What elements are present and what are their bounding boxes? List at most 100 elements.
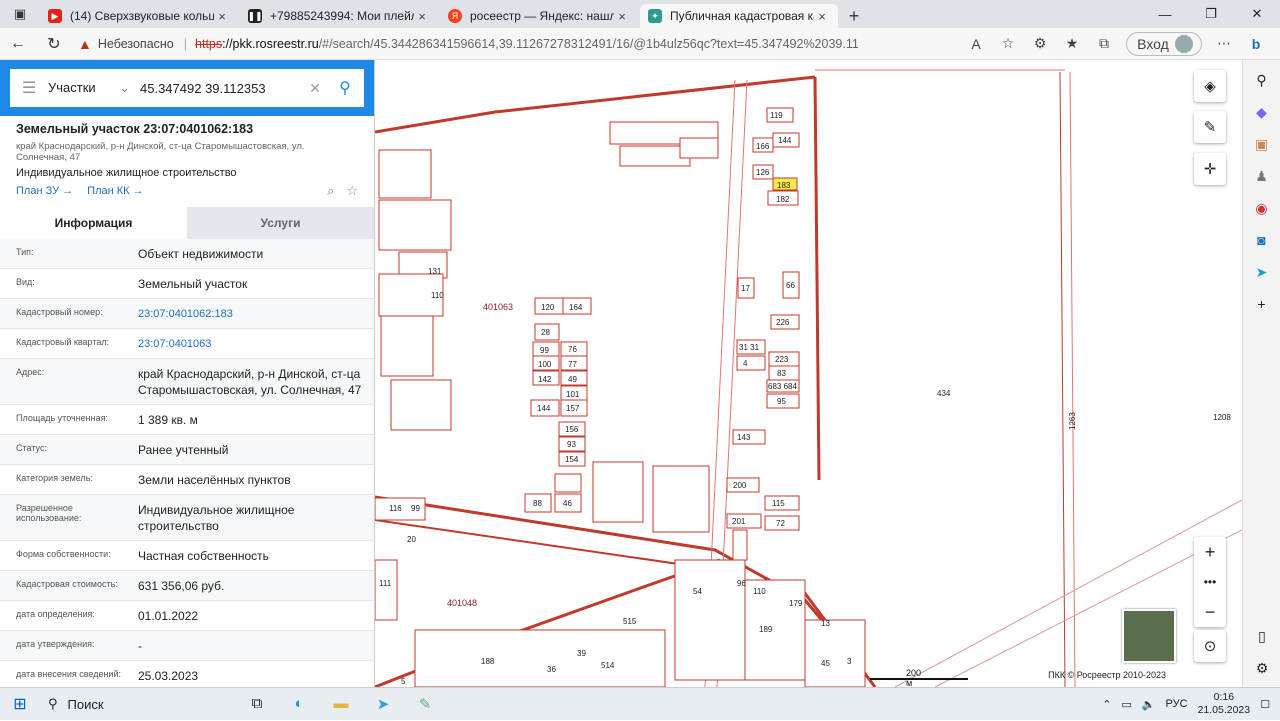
- tab-youtube[interactable]: ▶ (14) Сверхзвуковые кольца мах ×: [40, 4, 238, 28]
- parcel-group[interactable]: [378, 199, 452, 251]
- parcel[interactable]: [732, 529, 748, 561]
- parcel-group[interactable]: [378, 149, 432, 199]
- parcel[interactable]: [554, 473, 582, 493]
- search-type-select[interactable]: Участки ⌄: [48, 80, 136, 96]
- close-window-icon[interactable]: ✕: [1234, 0, 1280, 28]
- tab-label: росеестр — Яндекс: нашлось 9: [470, 9, 614, 23]
- basemap-thumbnail[interactable]: [1122, 609, 1176, 663]
- star-icon[interactable]: ☆: [346, 183, 358, 199]
- parcel-label: 131: [428, 267, 442, 276]
- zoom-to-icon[interactable]: ⌕: [327, 183, 334, 199]
- tray-overflow-icon[interactable]: ⌃: [1102, 698, 1111, 711]
- zoom-in-icon[interactable]: +: [1194, 537, 1226, 567]
- more-icon[interactable]: •••: [1194, 567, 1226, 597]
- games-icon[interactable]: ♟: [1243, 160, 1280, 192]
- maximize-icon[interactable]: ❐: [1188, 0, 1234, 28]
- office-icon[interactable]: ◉: [1243, 192, 1280, 224]
- cadastral-map[interactable]: 401063 401048 434 1208 183 182 119 144 1…: [375, 60, 1242, 687]
- info-row: Кадастровая стоимость: 631 356,06 руб.: [0, 571, 374, 601]
- security-warning[interactable]: Небезопасно: [98, 37, 174, 51]
- tab-playlists[interactable]: ❚❚ +79885243994: Мои плейлисты ×: [240, 4, 438, 28]
- tab-pkk[interactable]: ✦ Публичная кадастровая карта ×: [640, 4, 838, 28]
- close-icon[interactable]: ×: [214, 9, 230, 24]
- compass-icon[interactable]: ⊙: [1194, 630, 1226, 662]
- clock[interactable]: 0:16 21.05.2023: [1198, 691, 1251, 717]
- info-value[interactable]: 23:07:0401063: [138, 336, 374, 352]
- tab-yandex[interactable]: Я росеестр — Яндекс: нашлось 9 ×: [440, 4, 638, 28]
- parcel-group[interactable]: [414, 629, 666, 687]
- telegram-icon[interactable]: ➤: [362, 695, 404, 713]
- parcel-label: 93: [567, 440, 576, 449]
- edge-icon[interactable]: ◐: [278, 695, 320, 713]
- search-input[interactable]: 45.347492 39.112353: [136, 81, 304, 96]
- url-field[interactable]: ▲ Небезопасно | https ://pkk.rosreestr.r…: [78, 32, 858, 56]
- app-icon[interactable]: ✎: [404, 695, 446, 713]
- menu-icon[interactable]: ☰: [10, 78, 48, 98]
- parcel-group[interactable]: [652, 465, 710, 533]
- tab-information[interactable]: Информация: [0, 207, 187, 239]
- plan-kk-link[interactable]: План КК →: [87, 185, 143, 197]
- parcel-group[interactable]: [804, 619, 866, 687]
- pause-icon: ❚❚: [247, 9, 263, 23]
- briefcase-icon[interactable]: ▣: [1243, 128, 1280, 160]
- favorite-add-icon[interactable]: ☆: [992, 35, 1024, 52]
- parcel-group[interactable]: [592, 461, 644, 523]
- windows-start-icon[interactable]: ⊞: [0, 694, 40, 714]
- parcel-label: 189: [759, 625, 773, 634]
- read-aloud-icon[interactable]: A: [960, 36, 992, 52]
- zoom-out-icon[interactable]: −: [1194, 597, 1226, 627]
- search-icon[interactable]: ⚲: [326, 78, 364, 98]
- search-icon[interactable]: ⚲: [1243, 64, 1280, 96]
- parcel-address: край Краснодарский, р-н Динской, ст-ца С…: [16, 141, 305, 163]
- clear-icon[interactable]: ✕: [304, 80, 326, 97]
- taskbar-search[interactable]: ⚲ Поиск: [40, 688, 236, 721]
- extensions-icon[interactable]: ⚙: [1024, 35, 1056, 52]
- parcel-group[interactable]: [380, 315, 434, 377]
- info-row: Кадастровый номер: 23:07:0401062:183: [0, 299, 374, 329]
- add-icon[interactable]: +: [1243, 288, 1280, 320]
- back-icon[interactable]: ←: [0, 35, 36, 53]
- close-icon[interactable]: ×: [814, 9, 830, 24]
- collections-icon[interactable]: ⧉: [1088, 35, 1120, 52]
- network-icon[interactable]: ▭: [1121, 698, 1131, 711]
- login-button[interactable]: Вход: [1126, 31, 1202, 56]
- send-icon[interactable]: ➤: [1243, 256, 1280, 288]
- parcel-group[interactable]: [674, 559, 746, 681]
- notifications-icon[interactable]: ☐: [1260, 698, 1270, 711]
- parcel[interactable]: [736, 355, 766, 371]
- plan-zu-link[interactable]: План ЗУ →: [16, 185, 73, 197]
- refresh-icon[interactable]: ↻: [36, 34, 72, 54]
- parcel-group[interactable]: [390, 379, 452, 431]
- volume-icon[interactable]: 🔈: [1142, 698, 1156, 711]
- more-icon[interactable]: ⋯: [1208, 35, 1240, 52]
- minimize-icon[interactable]: —: [1142, 0, 1188, 28]
- tab-actions-icon[interactable]: ▣: [0, 0, 40, 28]
- parcel-label: 116: [389, 504, 402, 513]
- info-row: Статус: Ранее учтенный: [0, 435, 374, 465]
- bing-icon[interactable]: b: [1240, 36, 1272, 52]
- tag-icon[interactable]: ◆: [1243, 96, 1280, 128]
- parcel-label: 46: [563, 499, 572, 508]
- favorites-icon[interactable]: ★: [1056, 35, 1088, 52]
- parcel[interactable]: [679, 137, 719, 159]
- file-explorer-icon[interactable]: ▬: [320, 695, 362, 713]
- settings-icon[interactable]: ⚙: [1243, 652, 1280, 684]
- new-tab-button[interactable]: +: [840, 4, 868, 28]
- info-row: Кадастровый квартал: 23:07:0401063: [0, 329, 374, 359]
- map-canvas[interactable]: 401063 401048 434 1208 183 182 119 144 1…: [375, 60, 1242, 687]
- info-value: край Краснодарский, р-н Динской, ст-ца С…: [138, 367, 362, 397]
- boundary-line: [1059, 71, 1066, 687]
- close-icon[interactable]: ×: [614, 9, 630, 24]
- ruler-icon[interactable]: ✎: [1194, 111, 1226, 143]
- tab-services[interactable]: Услуги: [187, 207, 374, 239]
- language-indicator[interactable]: РУС: [1166, 698, 1188, 710]
- parcel[interactable]: [375, 559, 398, 621]
- info-value[interactable]: 23:07:0401062:183: [138, 306, 374, 322]
- outlook-icon[interactable]: ◙: [1243, 224, 1280, 256]
- task-view-icon[interactable]: ⧉: [236, 695, 278, 713]
- locate-icon[interactable]: ✛: [1194, 153, 1226, 185]
- layers-icon[interactable]: ◈: [1194, 70, 1226, 102]
- panel-tabs: Информация Услуги: [0, 207, 374, 239]
- sidebar-layout-icon[interactable]: ▯: [1243, 620, 1280, 652]
- close-icon[interactable]: ×: [414, 9, 430, 24]
